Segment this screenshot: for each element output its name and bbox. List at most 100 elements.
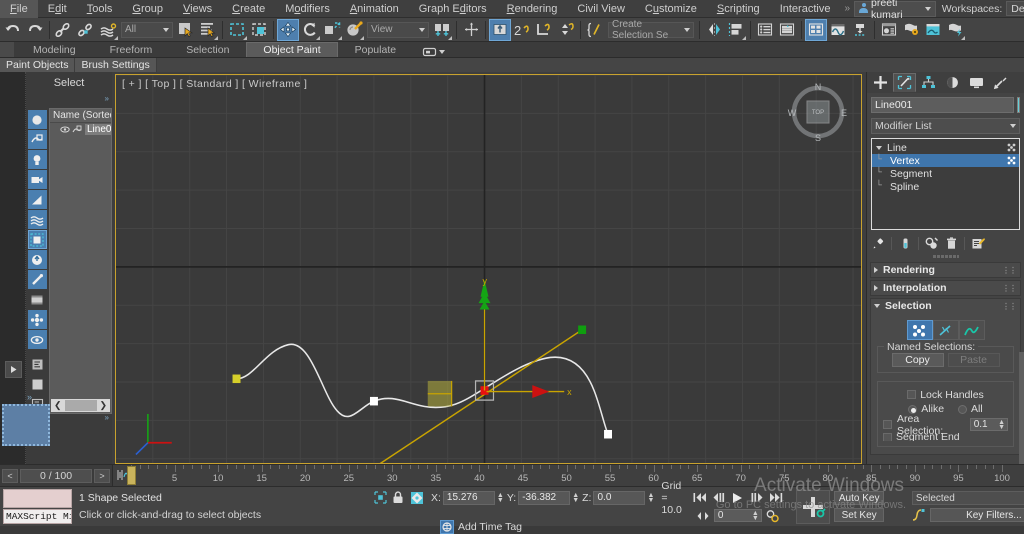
vertex-mid[interactable] [370,397,378,406]
list-item[interactable]: Line0 [50,123,111,136]
shapes-filter-icon[interactable] [28,130,47,149]
modify-tab-icon[interactable] [893,73,916,92]
window-crossing-toggle-icon[interactable] [248,19,270,41]
next-frame-icon[interactable] [748,491,765,505]
helpers-filter-icon[interactable] [28,190,47,209]
rollout-interpolation[interactable]: Interpolation ⋮⋮ [870,280,1021,296]
render-production-icon[interactable] [944,19,966,41]
rollout-header[interactable]: Rendering ⋮⋮ [871,263,1020,277]
transform-lock-icon[interactable] [392,491,404,504]
remove-modifier-icon[interactable] [942,234,960,252]
bind-to-space-warp-icon[interactable] [97,19,119,41]
horizontal-scrollbar[interactable]: ❮ ❯ [51,399,110,412]
spinner-arrows-icon[interactable]: ▲▼ [998,420,1005,430]
named-selection-set-select[interactable]: Create Selection Se [608,22,694,38]
modifier-list-select[interactable]: Modifier List [871,118,1020,134]
curve-editor-icon[interactable] [827,19,849,41]
toggle-scene-explorer-icon[interactable] [805,19,827,41]
lock-handles-checkbox[interactable]: Lock Handles [883,388,1008,401]
menu-modifiers[interactable]: Modifiers [275,0,340,18]
cameras-filter-icon[interactable] [28,170,47,189]
current-frame-field[interactable]: 0 / 100 [20,469,92,483]
menu-rendering[interactable]: Rendering [497,0,568,18]
snaps-toggle-icon[interactable] [489,19,511,41]
modifier-stack-item-vertex[interactable]: └ Vertex [872,154,1019,167]
command-panel-scrollbar[interactable] [1019,352,1024,464]
key-filters-button[interactable]: Key Filters... [930,508,1024,522]
geometry-filter-icon[interactable] [28,110,47,129]
vertex-sub-object-icon[interactable] [907,320,933,340]
menu-overflow-icon[interactable]: » [840,3,854,14]
segment-end-row[interactable]: Segment End [883,433,1008,441]
scrollbar-thumb[interactable] [65,400,97,411]
scene-explorer-expand-icon[interactable]: » [105,94,109,103]
schematic-view-icon[interactable] [849,19,871,41]
ribbon-tab-modeling[interactable]: Modeling [16,42,93,57]
display-tab-icon[interactable] [965,73,988,92]
rendered-frame-window-icon[interactable] [922,19,944,41]
modifier-stack-item-spline[interactable]: └ Spline [872,180,1019,193]
copy-button[interactable]: Copy [892,353,944,367]
rollout-header[interactable]: Interpolation ⋮⋮ [871,281,1020,295]
x-value[interactable]: 15.276 [443,491,495,505]
workspace-select[interactable]: Default [1006,1,1024,16]
viewcube[interactable]: TOP N E S W [787,81,849,143]
mirror-icon[interactable] [703,19,725,41]
use-selection-center-icon[interactable] [431,19,453,41]
x-coordinate-field[interactable]: X: 15.276 ▲▼ [431,491,504,505]
select-by-name-icon[interactable] [197,19,219,41]
unlink-selection-icon[interactable] [75,19,97,41]
y-value[interactable]: -36.382 [518,491,570,505]
modifier-stack[interactable]: Line └ Vertex └ Segment └ [871,138,1020,230]
selection-filter-select[interactable]: All [121,22,173,38]
containers-filter-icon[interactable] [28,290,47,309]
set-key-button[interactable]: Set Key [834,508,885,522]
modifier-stack-item-line[interactable]: Line [872,141,1019,154]
select-and-rotate-icon[interactable] [299,19,321,41]
selection-lock-icon[interactable] [374,491,387,504]
all-radio[interactable]: All [958,403,983,415]
menu-animation[interactable]: Animation [340,0,409,18]
scroll-right-icon[interactable]: ❯ [97,400,109,411]
menu-customize[interactable]: Customize [635,0,707,18]
modifier-stack-item-segment[interactable]: └ Segment [872,167,1019,180]
area-selection-row[interactable]: Area Selection: 0.1 ▲▼ [883,418,1008,431]
manage-layers-icon[interactable] [754,19,776,41]
angle-snap-toggle-icon[interactable]: 2 [511,19,533,41]
maxscript-input-pane[interactable]: MAXScript Mi [3,509,72,524]
menu-views[interactable]: Views [173,0,222,18]
menu-graph-editors[interactable]: Graph Editors [409,0,497,18]
vertex-first[interactable] [233,375,241,384]
scene-explorer-column-header[interactable]: Name (Sorted A [50,109,111,123]
key-mode-toggle-icon[interactable] [695,509,712,523]
scroll-left-icon[interactable]: ❮ [52,400,64,411]
viewport-label[interactable]: [ + ] [ Top ] [ Standard ] [ Wireframe ] [122,78,307,90]
maxscript-mini-listener[interactable]: MAXScript Mi [0,487,74,526]
all-filter-icon[interactable] [28,310,47,329]
show-end-result-icon[interactable] [896,234,914,252]
ribbon-tab-object-paint[interactable]: Object Paint [246,42,337,57]
render-setup-icon[interactable] [900,19,922,41]
rectangular-selection-region-icon[interactable] [226,19,248,41]
spinner-arrows-icon[interactable]: ▲▼ [752,511,759,521]
align-icon[interactable] [725,19,747,41]
create-tab-icon[interactable] [869,73,892,92]
scene-explorer-list[interactable]: Name (Sorted A Line0 ❮ ❯ [49,108,112,414]
material-editor-icon[interactable] [878,19,900,41]
previous-frame-button[interactable]: < [2,469,18,483]
spinner-arrows-icon[interactable]: ▲▼ [572,493,579,503]
segment-sub-object-icon[interactable] [933,320,959,340]
undo-icon[interactable] [2,19,24,41]
select-and-place-icon[interactable] [343,19,365,41]
bezier-handle-in[interactable] [578,325,586,334]
viewport-canvas[interactable]: y x [116,75,861,463]
select-and-manipulate-icon[interactable] [460,19,482,41]
rollout-header[interactable]: Selection ⋮⋮ [871,299,1020,313]
key-selection-set-combo[interactable]: Selected [912,491,1024,505]
menu-file[interactable]: FFileile [0,0,38,18]
area-selection-spinner[interactable]: 0.1 ▲▼ [970,418,1008,431]
rollout-rendering[interactable]: Rendering ⋮⋮ [870,262,1021,278]
select-and-uniform-scale-icon[interactable] [321,19,343,41]
spinner-snap-toggle-icon[interactable] [555,19,577,41]
select-and-move-icon[interactable] [277,19,299,41]
